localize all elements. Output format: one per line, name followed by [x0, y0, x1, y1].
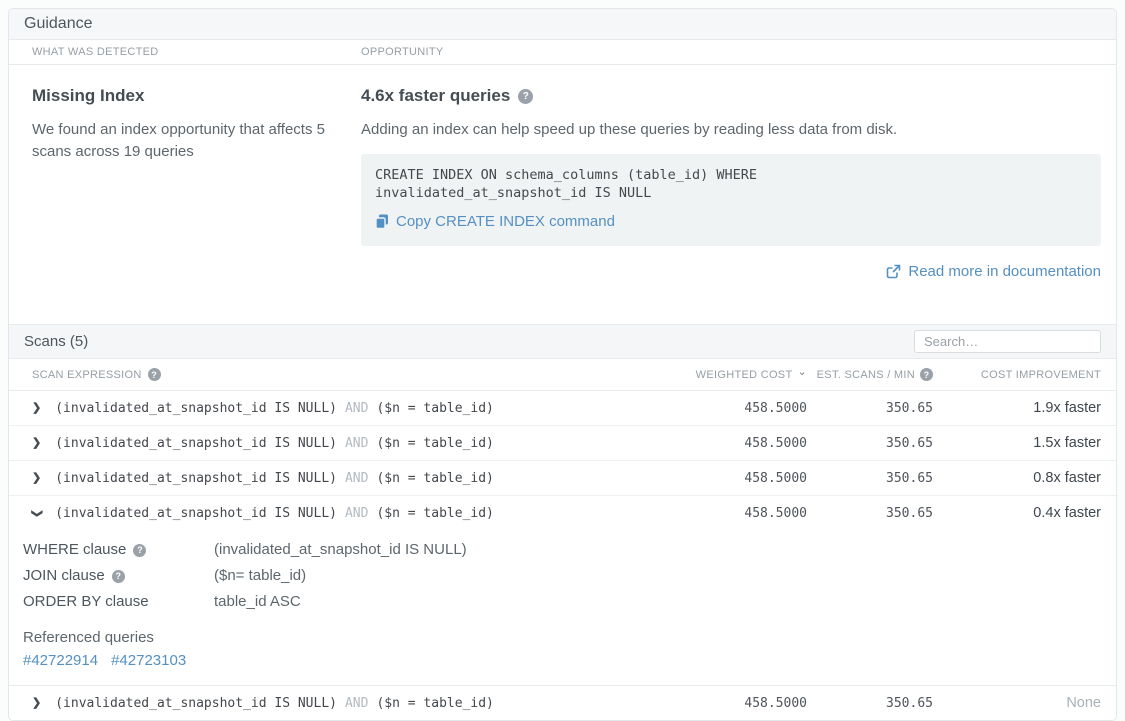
cost-improvement-value: 1.5x faster [933, 435, 1101, 451]
opportunity-title: 4.6x faster queries ? [361, 86, 1101, 106]
referenced-queries-links: #42722914 #42723103 [23, 652, 1101, 669]
est-scans-column-header[interactable]: EST. SCANS / MIN ? [807, 368, 933, 381]
create-index-command: CREATE INDEX ON schema_columns (table_id… [375, 167, 1087, 203]
weighted-cost-value: 458.5000 [677, 436, 807, 451]
cost-improvement-value: 0.8x faster [933, 470, 1101, 486]
and-keyword: AND [343, 696, 370, 711]
scan-expression-column-header[interactable]: SCAN EXPRESSION ? [32, 368, 677, 381]
scan-row[interactable]: ❯ (invalidated_at_snapshot_id IS NULL) A… [9, 426, 1116, 461]
join-clause-label: JOIN clause ? [23, 564, 214, 588]
scan-expression: (invalidated_at_snapshot_id IS NULL) [55, 436, 337, 451]
cost-improvement-value: None [933, 695, 1101, 711]
help-icon[interactable]: ? [112, 570, 125, 583]
detection-column-headers: WHAT WAS DETECTED OPPORTUNITY [9, 40, 1116, 65]
query-link[interactable]: #42722914 [23, 652, 98, 669]
weighted-cost-column-header[interactable]: WEIGHTED COST ⌄ [677, 369, 807, 381]
scan-expression: ($n = table_id) [376, 436, 493, 451]
est-scans-value: 350.65 [807, 401, 933, 416]
guidance-panel: Guidance WHAT WAS DETECTED OPPORTUNITY M… [8, 8, 1117, 721]
query-link[interactable]: #42723103 [111, 652, 186, 669]
scan-row[interactable]: ❯ (invalidated_at_snapshot_id IS NULL) A… [9, 461, 1116, 496]
weighted-cost-value: 458.5000 [677, 506, 807, 521]
join-clause-label-text: JOIN clause [23, 564, 105, 588]
scan-row[interactable]: ❯ (invalidated_at_snapshot_id IS NULL) A… [9, 686, 1116, 720]
help-icon[interactable]: ? [148, 368, 161, 381]
scans-table-header: SCAN EXPRESSION ? WEIGHTED COST ⌄ EST. S… [9, 359, 1116, 391]
scan-expression-header-label: SCAN EXPRESSION [32, 369, 142, 381]
scans-title: Scans (5) [24, 333, 88, 350]
est-scans-value: 350.65 [807, 506, 933, 521]
what-was-detected-header: WHAT WAS DETECTED [32, 46, 361, 58]
opportunity-title-text: 4.6x faster queries [361, 86, 510, 106]
read-more-label: Read more in documentation [908, 263, 1101, 280]
search-input[interactable] [914, 330, 1101, 353]
scan-expression: ($n = table_id) [376, 401, 493, 416]
help-icon[interactable]: ? [518, 89, 533, 104]
detection-content: Missing Index We found an index opportun… [9, 65, 1116, 304]
help-icon[interactable]: ? [920, 368, 933, 381]
chevron-right-icon[interactable]: ❯ [32, 698, 41, 709]
and-keyword: AND [343, 401, 370, 416]
cost-improvement-column-header[interactable]: COST IMPROVEMENT [933, 369, 1101, 381]
scan-expression: (invalidated_at_snapshot_id IS NULL) [55, 506, 337, 521]
order-by-clause-label: ORDER BY clause [23, 590, 214, 614]
read-more-link[interactable]: Read more in documentation [886, 263, 1101, 280]
opportunity-column: 4.6x faster queries ? Adding an index ca… [361, 86, 1101, 284]
weighted-cost-value: 458.5000 [677, 471, 807, 486]
est-scans-value: 350.65 [807, 471, 933, 486]
est-scans-header-label: EST. SCANS / MIN [817, 369, 915, 381]
create-index-code-block: CREATE INDEX ON schema_columns (table_id… [361, 154, 1101, 247]
scan-expression: ($n = table_id) [376, 471, 493, 486]
scan-expression: (invalidated_at_snapshot_id IS NULL) [55, 471, 337, 486]
external-link-icon [886, 264, 901, 279]
and-keyword: AND [343, 471, 370, 486]
scan-expression: (invalidated_at_snapshot_id IS NULL) [55, 401, 337, 416]
copy-icon [375, 214, 389, 229]
cost-improvement-value: 1.9x faster [933, 400, 1101, 416]
help-icon[interactable]: ? [133, 544, 146, 557]
join-clause-value: ($n= table_id) [214, 564, 1101, 588]
est-scans-value: 350.65 [807, 436, 933, 451]
scan-expression: (invalidated_at_snapshot_id IS NULL) [55, 696, 337, 711]
where-clause-value: (invalidated_at_snapshot_id IS NULL) [214, 538, 1101, 562]
opportunity-header: OPPORTUNITY [361, 46, 444, 58]
chevron-right-icon[interactable]: ❯ [32, 473, 41, 484]
scan-expression: ($n = table_id) [376, 506, 493, 521]
chevron-down-icon[interactable]: ❯ [31, 509, 42, 518]
and-keyword: AND [343, 436, 370, 451]
copy-create-index-link[interactable]: Copy CREATE INDEX command [375, 213, 615, 230]
weighted-cost-value: 458.5000 [677, 696, 807, 711]
scan-expression: ($n = table_id) [376, 696, 493, 711]
order-by-clause-value: table_id ASC [214, 590, 1101, 614]
panel-title: Guidance [9, 9, 1116, 40]
referenced-queries-title: Referenced queries [23, 629, 1101, 646]
scan-row-detail: WHERE clause ? (invalidated_at_snapshot_… [9, 530, 1116, 686]
chevron-right-icon[interactable]: ❯ [32, 403, 41, 414]
weighted-cost-header-label: WEIGHTED COST [696, 369, 793, 381]
where-clause-label: WHERE clause ? [23, 538, 214, 562]
detected-description: We found an index opportunity that affec… [32, 119, 332, 163]
scan-row-expanded[interactable]: ❯ (invalidated_at_snapshot_id IS NULL) A… [9, 496, 1116, 530]
weighted-cost-value: 458.5000 [677, 401, 807, 416]
where-clause-label-text: WHERE clause [23, 538, 126, 562]
detected-title: Missing Index [32, 86, 349, 106]
est-scans-value: 350.65 [807, 696, 933, 711]
detected-column: Missing Index We found an index opportun… [32, 86, 349, 284]
cost-improvement-value: 0.4x faster [933, 505, 1101, 521]
read-more-row: Read more in documentation [361, 263, 1101, 284]
scans-section-header: Scans (5) [9, 324, 1116, 359]
chevron-right-icon[interactable]: ❯ [32, 438, 41, 449]
scan-row[interactable]: ❯ (invalidated_at_snapshot_id IS NULL) A… [9, 391, 1116, 426]
sort-descending-icon: ⌄ [797, 367, 807, 378]
copy-link-label: Copy CREATE INDEX command [396, 213, 615, 230]
and-keyword: AND [343, 506, 370, 521]
opportunity-description: Adding an index can help speed up these … [361, 119, 1101, 141]
